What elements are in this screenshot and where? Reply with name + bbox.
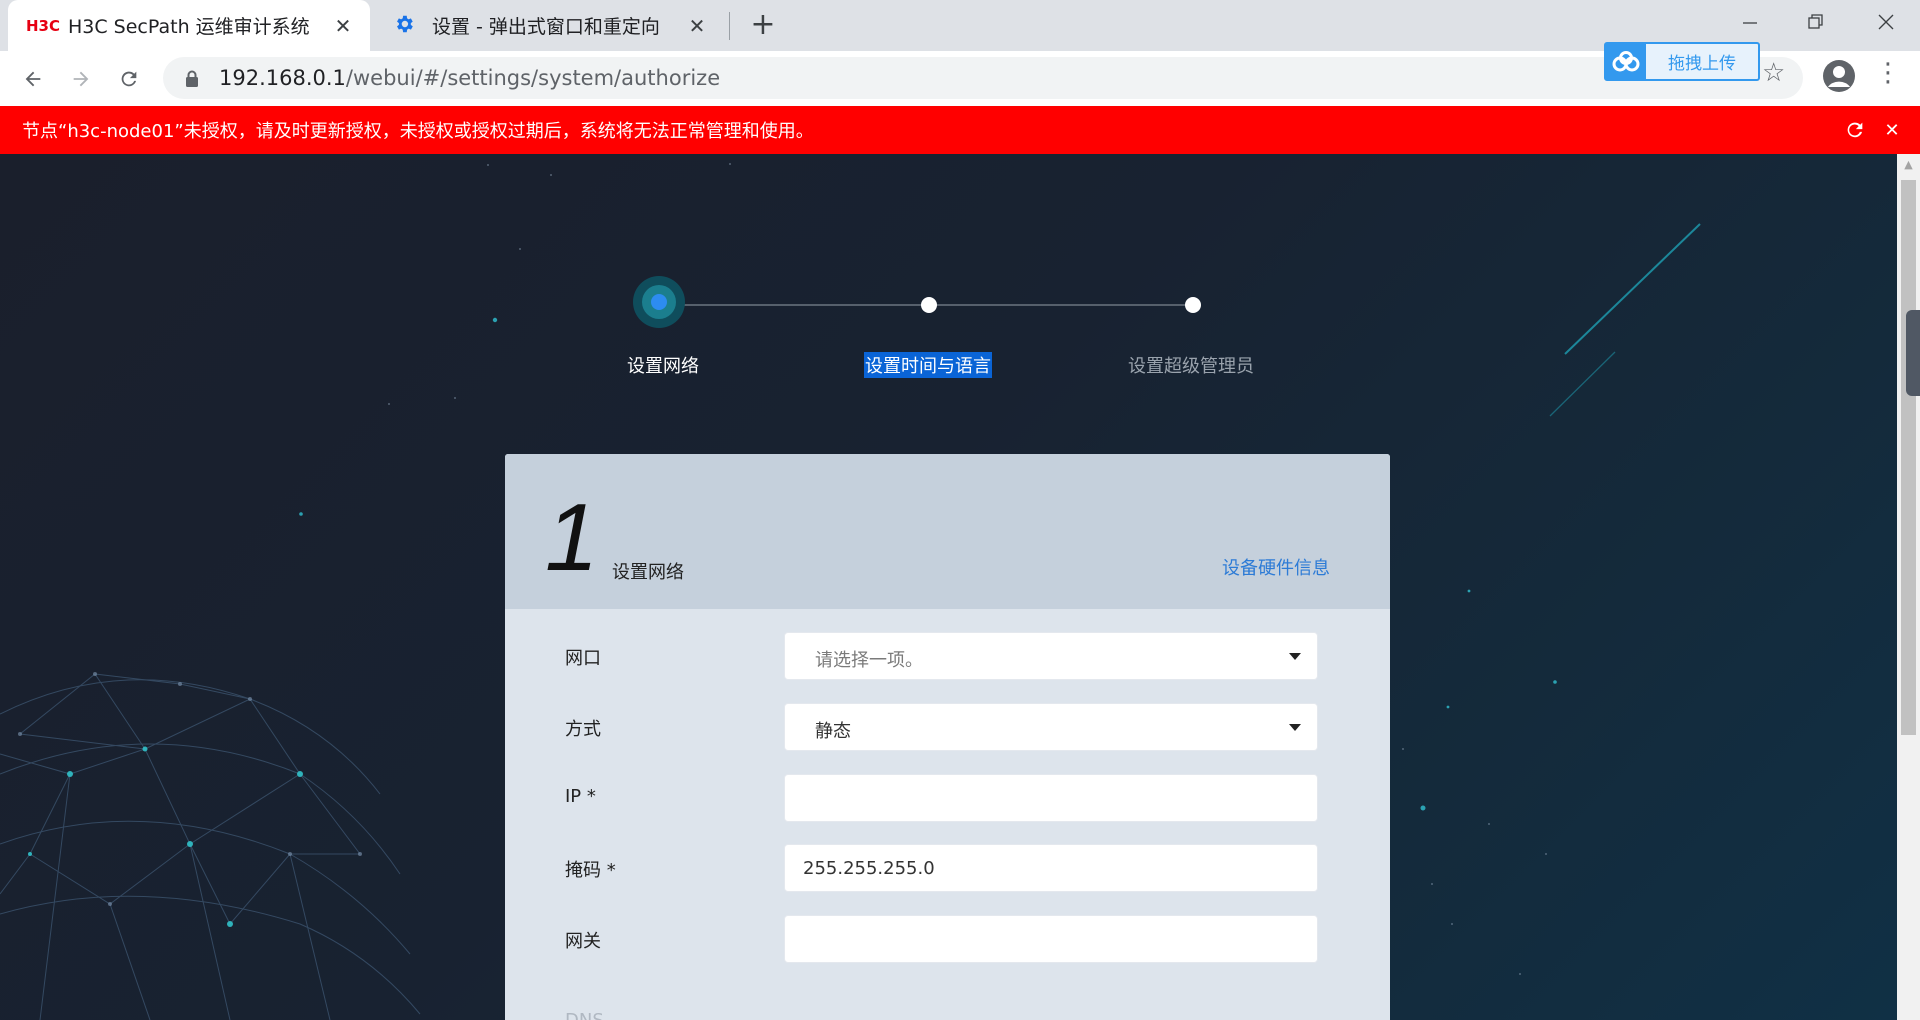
refresh-icon[interactable]: [1840, 115, 1870, 145]
window-close-icon[interactable]: [1858, 0, 1914, 44]
mask-label: 掩码 *: [565, 860, 616, 881]
step-3-indicator: [1185, 297, 1201, 313]
stepper-track: [680, 304, 1194, 306]
step-2-label[interactable]: 设置时间与语言: [864, 352, 992, 378]
gateway-row: 网关: [505, 915, 1390, 963]
port-label: 网口: [565, 648, 601, 669]
banner-message: 节点“h3c-node01”未授权，请及时更新授权，未授权或授权过期后，系统将无…: [22, 121, 814, 142]
h3c-favicon-icon: H3C: [26, 16, 60, 35]
baidu-cloud-icon: [1606, 44, 1646, 79]
profile-avatar-icon[interactable]: [1822, 59, 1856, 93]
browser-menu-icon[interactable]: ⋮: [1875, 58, 1901, 88]
mode-value: 静态: [815, 721, 851, 742]
mask-value: 255.255.255.0: [803, 858, 935, 879]
new-tab-plus-icon[interactable]: +: [746, 6, 780, 44]
mode-label: 方式: [565, 719, 601, 740]
step-1-label[interactable]: 设置网络: [627, 352, 699, 378]
back-arrow-icon[interactable]: [13, 59, 53, 99]
banner-close-icon[interactable]: ✕: [1880, 120, 1904, 141]
ip-input[interactable]: [784, 774, 1318, 822]
address-bar[interactable]: 192.168.0.1/webui/#/settings/system/auth…: [163, 57, 1803, 99]
url-host: 192.168.0.1: [219, 66, 346, 90]
gateway-label: 网关: [565, 931, 601, 952]
hardware-info-link[interactable]: 设备硬件信息: [1222, 554, 1330, 580]
step-number: 1: [545, 484, 599, 591]
baidu-upload-extension[interactable]: 拖拽上传: [1604, 42, 1760, 81]
ip-label: IP *: [565, 786, 596, 807]
tab-h3c-secpath[interactable]: H3C H3C SecPath 运维审计系统 ✕: [8, 0, 370, 51]
tab-close-icon[interactable]: ✕: [328, 14, 358, 38]
gear-icon: [390, 13, 418, 39]
mode-row: 方式 静态: [505, 703, 1390, 751]
port-row: 网口 请选择一项。: [505, 632, 1390, 680]
setup-wizard-page: 设置网络 设置时间与语言 设置超级管理员 1 设置网络 设备硬件信息 网口 请选…: [0, 154, 1897, 1020]
card-header: 1 设置网络 设备硬件信息: [505, 454, 1390, 609]
card-title: 设置网络: [612, 562, 684, 583]
tab-title: 设置 - 弹出式窗口和重定向: [432, 16, 660, 38]
chevron-down-icon: [1289, 724, 1301, 731]
dns-label: DNS: [565, 1010, 604, 1020]
tab-settings-popups[interactable]: 设置 - 弹出式窗口和重定向 ✕: [372, 0, 724, 51]
baidu-upload-label: 拖拽上传: [1668, 54, 1736, 74]
forward-arrow-icon[interactable]: [61, 59, 101, 99]
chevron-down-icon: [1289, 653, 1301, 660]
step-1-indicator: [633, 276, 685, 328]
step-2-indicator: [921, 297, 937, 313]
lock-icon: [181, 70, 203, 87]
side-handle-widget[interactable]: [1906, 310, 1920, 396]
network-settings-card: 1 设置网络 设备硬件信息 网口 请选择一项。 方式 静态 IP * 掩码 * …: [505, 454, 1390, 1020]
page-scrollbar[interactable]: ▲: [1897, 154, 1920, 1020]
scroll-up-arrow-icon[interactable]: ▲: [1897, 154, 1920, 176]
scrollbar-thumb[interactable]: [1901, 180, 1916, 735]
port-placeholder: 请选择一项。: [815, 650, 923, 671]
minimize-icon[interactable]: [1722, 0, 1778, 44]
tab-separator: [729, 12, 730, 40]
tab-close-icon[interactable]: ✕: [682, 14, 712, 38]
port-select[interactable]: 请选择一项。: [784, 632, 1318, 680]
bookmark-star-icon[interactable]: ☆: [1762, 58, 1785, 88]
mask-row: 掩码 * 255.255.255.0: [505, 844, 1390, 892]
tab-title: H3C SecPath 运维审计系统: [68, 16, 310, 38]
mask-input[interactable]: 255.255.255.0: [784, 844, 1318, 892]
reload-icon[interactable]: [109, 59, 149, 99]
mode-select[interactable]: 静态: [784, 703, 1318, 751]
license-warning-banner: 节点“h3c-node01”未授权，请及时更新授权，未授权或授权过期后，系统将无…: [0, 106, 1920, 154]
restore-icon[interactable]: [1788, 0, 1844, 44]
gateway-input[interactable]: [784, 915, 1318, 963]
url-path: /webui/#/settings/system/authorize: [345, 66, 721, 90]
step-3-label[interactable]: 设置超级管理员: [1128, 352, 1254, 378]
ip-row: IP *: [505, 774, 1390, 822]
